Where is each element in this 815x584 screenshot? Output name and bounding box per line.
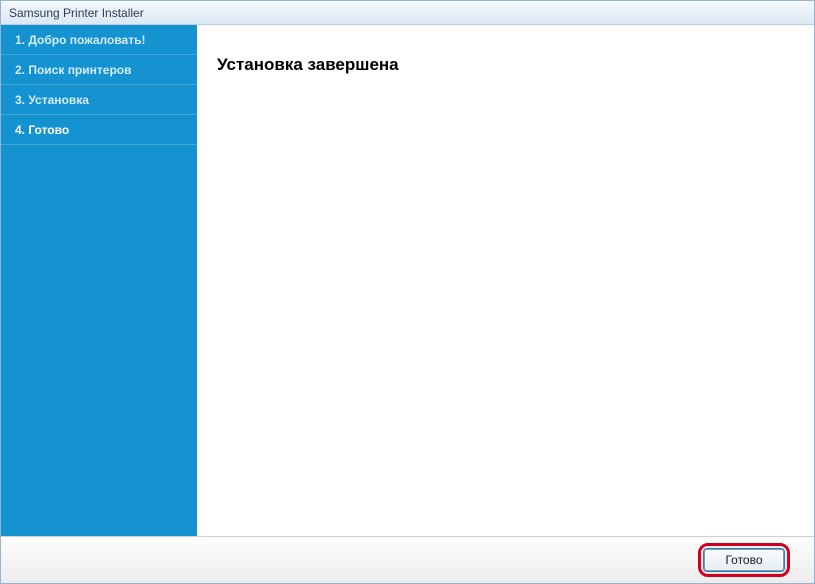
wizard-steps-sidebar: 1. Добро пожаловать! 2. Поиск принтеров … bbox=[1, 25, 197, 536]
window-title: Samsung Printer Installer bbox=[9, 6, 144, 20]
highlight-annotation: Готово bbox=[698, 543, 790, 577]
sidebar-item-label: 2. Поиск принтеров bbox=[15, 63, 131, 77]
sidebar-step-search-printers: 2. Поиск принтеров bbox=[1, 55, 197, 85]
installer-window: Samsung Printer Installer 1. Добро пожал… bbox=[0, 0, 815, 584]
main-panel: Установка завершена bbox=[197, 25, 814, 536]
sidebar-item-label: 4. Готово bbox=[15, 123, 69, 137]
sidebar-step-finish: 4. Готово bbox=[1, 115, 197, 145]
sidebar-step-install: 3. Установка bbox=[1, 85, 197, 115]
content-area: 1. Добро пожаловать! 2. Поиск принтеров … bbox=[1, 25, 814, 537]
titlebar[interactable]: Samsung Printer Installer bbox=[1, 1, 814, 25]
finish-button[interactable]: Готово bbox=[704, 549, 784, 571]
footer-bar: Готово bbox=[1, 537, 814, 583]
sidebar-item-label: 3. Установка bbox=[15, 93, 89, 107]
sidebar-step-welcome: 1. Добро пожаловать! bbox=[1, 25, 197, 55]
sidebar-item-label: 1. Добро пожаловать! bbox=[15, 33, 145, 47]
page-heading: Установка завершена bbox=[217, 55, 794, 75]
